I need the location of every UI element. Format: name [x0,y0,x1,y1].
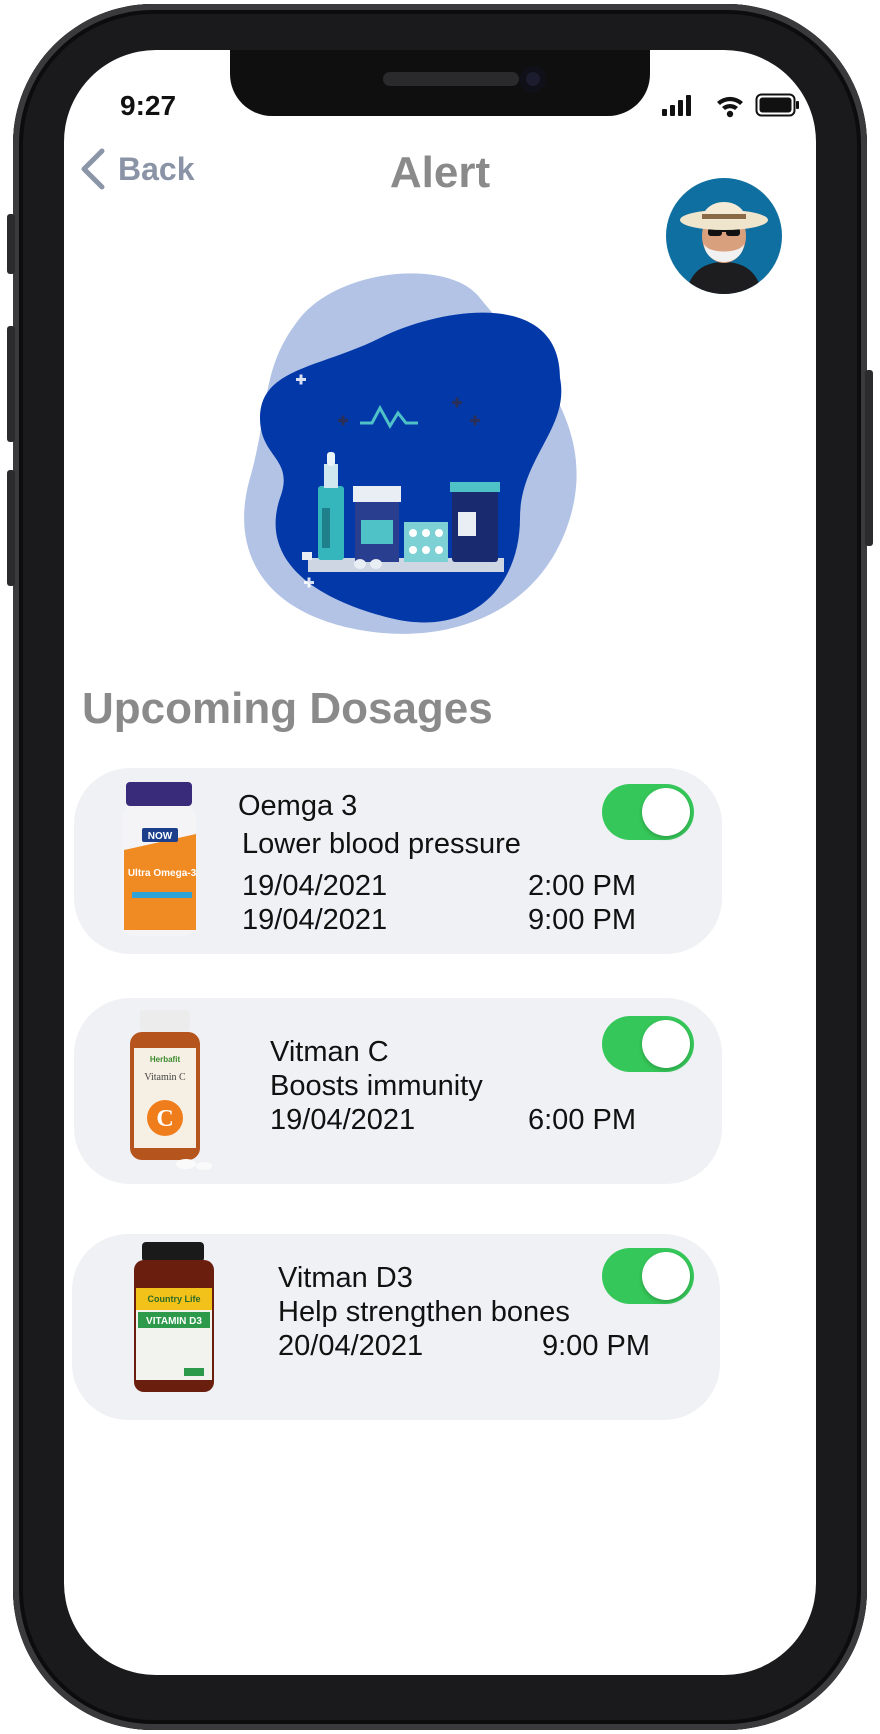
vitamin-c-bottle-image: Herbafit Vitamin C C [130,1010,212,1170]
dosage-toggle[interactable] [602,784,694,840]
user-avatar[interactable] [666,178,782,294]
dosage-description: Boosts immunity [270,1070,483,1102]
dosage-date: 19/04/2021 [242,904,388,936]
avatar-image [666,178,782,294]
signal-icon [662,95,691,116]
dosage-date: 19/04/2021 [270,1104,416,1136]
speaker-grille [383,72,519,86]
power-button [865,370,873,546]
dosage-date: 20/04/2021 [278,1330,424,1362]
svg-text:Vitamin C: Vitamin C [144,1072,186,1083]
dosage-card[interactable]: NOW Ultra Omega-3 Oemga 3 Lower blood pr… [74,768,722,954]
vitamin-d3-bottle-image: Country Life VITAMIN D3 [134,1242,214,1392]
dosage-toggle[interactable] [602,1016,694,1072]
section-title: Upcoming Dosages [82,684,493,733]
dosage-time: 6:00 PM [528,1104,636,1136]
dosage-time: 2:00 PM [528,870,636,902]
dosage-time: 9:00 PM [542,1330,650,1362]
medicine-illustration [244,273,577,634]
battery-icon [755,93,799,117]
dosage-description: Help strengthen bones [278,1296,570,1328]
silent-switch [7,214,15,274]
status-time: 9:27 [120,90,177,121]
dosage-description: Lower blood pressure [242,828,521,860]
toggle-knob [642,788,690,836]
dosage-date: 19/04/2021 [242,870,388,902]
toggle-knob [642,1252,690,1300]
volume-down-button [7,470,15,586]
svg-text:Country Life: Country Life [148,1294,201,1304]
dosage-toggle[interactable] [602,1248,694,1304]
svg-text:Herbafit: Herbafit [150,1055,181,1064]
status-icons [662,93,799,118]
volume-up-button [7,326,15,442]
screen: 9:27 Back Alert Upcoming Dosages NOW Ult… [64,50,816,1675]
omega3-bottle-image: NOW Ultra Omega-3 [122,782,197,936]
front-camera [520,66,546,92]
dosage-name: Vitman D3 [278,1262,413,1294]
wifi-icon [717,96,743,118]
notch [230,50,650,116]
toggle-knob [642,1020,690,1068]
dosage-card[interactable]: Herbafit Vitamin C C Vitman C Boosts imm… [74,998,722,1184]
dosage-time: 9:00 PM [528,904,636,936]
svg-text:C: C [156,1106,173,1132]
dosage-name: Vitman C [270,1036,389,1068]
svg-text:Ultra Omega-3: Ultra Omega-3 [128,868,197,879]
dosage-name: Oemga 3 [238,790,358,822]
svg-text:VITAMIN D3: VITAMIN D3 [146,1316,202,1327]
svg-text:NOW: NOW [148,831,173,842]
dosage-card[interactable]: Country Life VITAMIN D3 Vitman D3 Help s… [72,1234,720,1420]
